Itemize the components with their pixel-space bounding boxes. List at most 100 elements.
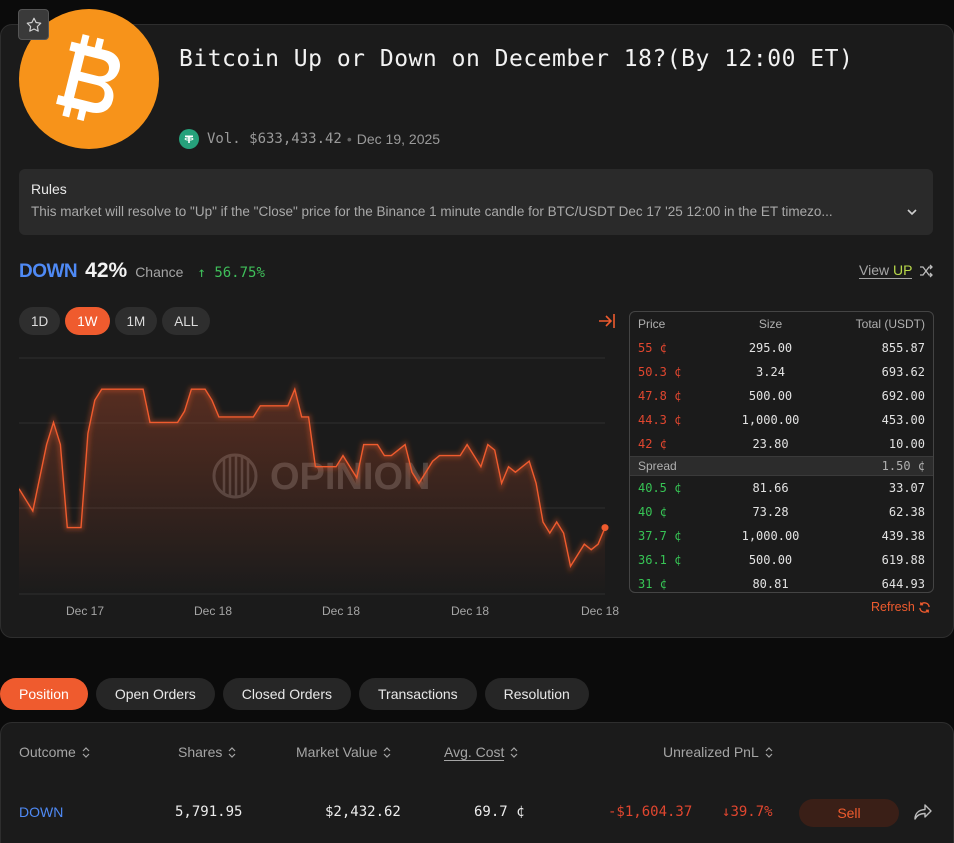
- spread-value: 1.50 ¢: [881, 459, 925, 473]
- position-outcome[interactable]: DOWN: [19, 804, 63, 820]
- bid-row[interactable]: 37.7 ¢ 1,000.00 439.38: [630, 524, 933, 548]
- chart-last-point: [601, 524, 609, 532]
- market-value-column-header[interactable]: Market Value: [296, 744, 391, 760]
- chart-area: [19, 389, 605, 594]
- sort-icon: [228, 746, 236, 758]
- bid-row[interactable]: 40 ¢ 73.28 62.38: [630, 500, 933, 524]
- orderbook-size: 3.24: [756, 365, 785, 379]
- orderbook-size: 500.00: [748, 389, 793, 403]
- orderbook-price: 47.8 ¢: [638, 389, 682, 403]
- orderbook-total: 855.87: [881, 341, 925, 355]
- ask-row[interactable]: 55 ¢ 295.00 855.87: [630, 336, 933, 360]
- range-1w-button[interactable]: 1W: [65, 307, 110, 335]
- chance-label: Chance: [135, 264, 184, 280]
- bid-row[interactable]: 40.5 ¢ 81.66 33.07: [630, 476, 933, 500]
- ask-row[interactable]: 42 ¢ 23.80 10.00: [630, 432, 933, 456]
- orderbook-total: 644.93: [881, 577, 925, 591]
- x-tick-label: Dec 18: [581, 604, 620, 618]
- spread-row: Spread 1.50 ¢: [630, 456, 933, 476]
- orderbook-size: 80.81: [752, 577, 789, 591]
- bid-row[interactable]: 31 ¢ 80.81 644.93: [630, 572, 933, 592]
- orderbook-price: 42 ¢: [638, 437, 667, 451]
- orderbook-size: 1,000.00: [741, 413, 800, 427]
- orderbook-total: 453.00: [881, 413, 925, 427]
- size-header: Size: [758, 317, 783, 331]
- rules-title: Rules: [31, 181, 67, 197]
- refresh-button[interactable]: Refresh: [871, 600, 931, 614]
- outcome-label: DOWN: [19, 261, 78, 282]
- orderbook-total: 692.00: [881, 389, 925, 403]
- asks-list: 55 ¢ 295.00 855.87 50.3 ¢ 3.24 693.62 47.8 ¢ 50…: [630, 336, 933, 456]
- chance-change: ↑ 56.75%: [197, 265, 265, 281]
- orderbook-price: 40 ¢: [638, 505, 667, 519]
- sort-icon: [765, 746, 773, 758]
- view-up-link[interactable]: View UP: [859, 262, 934, 279]
- collapse-panel-icon[interactable]: [597, 312, 617, 330]
- unrealized-pnl-column-header[interactable]: Unrealized PnL: [663, 744, 773, 760]
- orderbook-total: 62.38: [888, 505, 925, 519]
- x-tick-label: Dec 18: [451, 604, 490, 618]
- outcome-column-header[interactable]: Outcome: [19, 744, 90, 760]
- share-icon[interactable]: [913, 804, 933, 820]
- x-tick-label: Dec 18: [194, 604, 233, 618]
- range-1m-button[interactable]: 1M: [114, 307, 158, 335]
- sort-icon: [511, 747, 518, 758]
- chevron-down-icon[interactable]: [905, 205, 919, 219]
- position-shares: 5,791.95: [175, 804, 243, 820]
- ask-row[interactable]: 47.8 ¢ 500.00 692.00: [630, 384, 933, 408]
- position-market-value: $2,432.62: [325, 804, 401, 820]
- orderbook-total: 693.62: [881, 365, 925, 379]
- tab-resolution[interactable]: Resolution: [484, 678, 589, 710]
- x-tick-label: Dec 17: [66, 604, 105, 618]
- sort-icon: [384, 746, 391, 758]
- orderbook-price: 31 ¢: [638, 577, 667, 591]
- ask-row[interactable]: 50.3 ¢ 3.24 693.62: [630, 360, 933, 384]
- market-title: Bitcoin Up or Down on December 18?(By 12…: [179, 46, 854, 72]
- tab-transactions[interactable]: Transactions: [359, 678, 477, 710]
- ask-row[interactable]: 44.3 ¢ 1,000.00 453.00: [630, 408, 933, 432]
- tab-closed-orders[interactable]: Closed Orders: [222, 678, 352, 710]
- bids-list: 40.5 ¢ 81.66 33.07 40 ¢ 73.28 62.38 37.7 ¢ 1,00…: [630, 476, 933, 592]
- rules-description: This market will resolve to "Up" if the …: [31, 204, 833, 219]
- bid-row[interactable]: 36.1 ¢ 500.00 619.88: [630, 548, 933, 572]
- x-axis-labels: Dec 17 Dec 18 Dec 18 Dec 18 Dec 18: [19, 604, 619, 620]
- tab-open-orders[interactable]: Open Orders: [95, 678, 215, 710]
- shares-column-header[interactable]: Shares: [178, 744, 236, 760]
- orderbook-size: 1,000.00: [741, 529, 800, 543]
- total-header: Total (USDT): [855, 317, 925, 331]
- orderbook-size: 73.28: [752, 505, 789, 519]
- rules-panel[interactable]: Rules This market will resolve to "Up" i…: [19, 169, 933, 235]
- orderbook-size: 23.80: [752, 437, 789, 451]
- star-icon: [26, 17, 41, 32]
- orderbook-price: 50.3 ¢: [638, 365, 682, 379]
- orderbook: Price Size Total (USDT) 55 ¢ 295.00 855.87…: [629, 311, 934, 593]
- volume-text: Vol. $633,433.42: [207, 131, 342, 147]
- sort-icon: [82, 746, 90, 758]
- market-date: Dec 19, 2025: [356, 131, 441, 147]
- refresh-label: Refresh: [871, 600, 915, 614]
- tether-icon: [179, 129, 199, 149]
- orderbook-total: 439.38: [881, 529, 925, 543]
- tab-position[interactable]: Position: [0, 678, 88, 710]
- price-header: Price: [638, 317, 666, 331]
- orderbook-price: 44.3 ¢: [638, 413, 682, 427]
- favorite-star-button[interactable]: [18, 9, 49, 40]
- arrow-up-icon: ↑: [197, 265, 215, 281]
- meta-separator: •: [346, 131, 352, 147]
- refresh-icon: [918, 601, 930, 613]
- chance-percent: 42%: [85, 259, 128, 282]
- chance-summary: DOWN 42% Chance ↑ 56.75%: [19, 259, 265, 283]
- view-up-label: View UP: [859, 262, 913, 279]
- market-meta: Vol. $633,433.42 • Dec 19, 2025: [179, 129, 440, 149]
- sell-button[interactable]: Sell: [799, 799, 899, 827]
- price-chart: OPINION: [19, 357, 609, 595]
- shuffle-icon: [920, 264, 934, 277]
- avg-cost-column-header[interactable]: Avg. Cost: [444, 744, 518, 761]
- range-all-button[interactable]: ALL: [162, 307, 211, 335]
- range-1d-button[interactable]: 1D: [19, 307, 61, 335]
- orderbook-total: 10.00: [888, 437, 925, 451]
- position-pnl: -$1,604.37: [608, 804, 693, 820]
- orderbook-header: Price Size Total (USDT): [630, 312, 933, 336]
- position-pnl-percent: ↓39.7%: [722, 804, 773, 820]
- orderbook-size: 500.00: [748, 553, 793, 567]
